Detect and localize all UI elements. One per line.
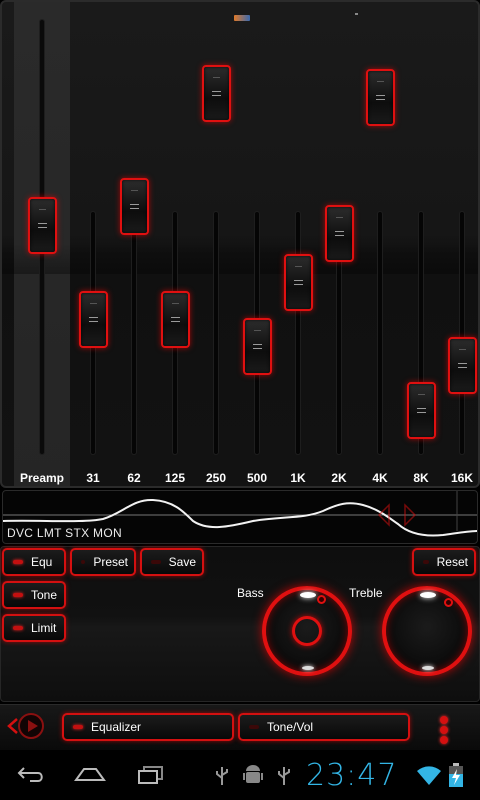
thumb-grip bbox=[336, 216, 343, 233]
knob-highlight bbox=[300, 592, 316, 598]
spectrum-visualizer: DVC LMT STX MON bbox=[2, 490, 478, 544]
wifi-icon bbox=[417, 766, 441, 785]
slider-thumb-preamp[interactable] bbox=[28, 197, 57, 255]
slider-thumb-250[interactable] bbox=[202, 65, 231, 123]
knob-highlight bbox=[302, 666, 314, 670]
slider-thumb-16k[interactable] bbox=[448, 336, 477, 394]
menu-dot bbox=[440, 726, 448, 734]
knob-highlight bbox=[420, 592, 436, 598]
thumb-grip bbox=[213, 77, 220, 93]
thumb-grip bbox=[459, 348, 466, 365]
slider-thumb-62[interactable] bbox=[120, 178, 149, 236]
band-label: 16K bbox=[450, 471, 473, 485]
led-indicator bbox=[73, 725, 83, 729]
band-label: Preamp bbox=[19, 471, 65, 485]
knob-highlight bbox=[422, 666, 434, 670]
preset-button[interactable]: Preset bbox=[70, 548, 136, 576]
led-indicator bbox=[151, 560, 161, 564]
led-indicator bbox=[423, 560, 429, 564]
android-debug-icon bbox=[243, 765, 263, 783]
tone-label: Tone bbox=[31, 588, 58, 602]
usb-icon bbox=[216, 767, 228, 785]
top-indicator bbox=[234, 15, 250, 21]
slider-track[interactable] bbox=[378, 212, 382, 454]
led-indicator bbox=[249, 725, 259, 729]
slider-track[interactable] bbox=[214, 212, 218, 454]
slider-thumb-4k[interactable] bbox=[366, 69, 395, 126]
treble-label: Treble bbox=[349, 586, 383, 600]
slider-track[interactable] bbox=[460, 212, 464, 454]
slider-track[interactable] bbox=[132, 212, 136, 454]
knob-pointer bbox=[444, 598, 453, 607]
save-label: Save bbox=[168, 555, 196, 569]
thumb-grip bbox=[295, 265, 302, 282]
back-icon[interactable] bbox=[16, 764, 46, 784]
reset-label: Reset bbox=[436, 555, 468, 569]
reset-button[interactable]: Reset bbox=[412, 548, 476, 576]
top-dot bbox=[355, 13, 358, 15]
tone-toggle-button[interactable]: Tone bbox=[2, 581, 66, 609]
thumb-grip bbox=[377, 81, 384, 97]
thumb-grip bbox=[131, 190, 138, 206]
menu-dot bbox=[440, 736, 448, 744]
slider-thumb-125[interactable] bbox=[161, 291, 190, 349]
knob-pointer bbox=[317, 595, 326, 604]
led-indicator bbox=[81, 560, 86, 564]
zero-line bbox=[2, 244, 478, 274]
bass-label: Bass bbox=[237, 586, 264, 600]
battery-charging-icon bbox=[449, 763, 463, 787]
tone-vol-tab-button[interactable]: Tone/Vol bbox=[238, 713, 410, 741]
led-indicator bbox=[13, 560, 23, 564]
slider-thumb-500[interactable] bbox=[243, 317, 272, 375]
slider-thumb-1k[interactable] bbox=[284, 253, 313, 311]
thumb-grip bbox=[90, 303, 97, 319]
save-button[interactable]: Save bbox=[140, 548, 204, 576]
thumb-grip bbox=[172, 303, 179, 319]
equ-toggle-button[interactable]: Equ bbox=[2, 548, 66, 576]
thumb-grip bbox=[39, 209, 46, 225]
equ-label: Equ bbox=[31, 555, 53, 569]
slider-thumb-31[interactable] bbox=[79, 291, 108, 349]
limit-label: Limit bbox=[31, 621, 57, 635]
bass-knob[interactable] bbox=[262, 586, 352, 676]
limit-toggle-button[interactable]: Limit bbox=[2, 614, 66, 642]
home-icon[interactable] bbox=[74, 766, 106, 782]
knob-center-ring bbox=[292, 616, 322, 646]
effects-status: DVC LMT STX MON bbox=[7, 526, 122, 540]
preset-label: Preset bbox=[93, 555, 128, 569]
equalizer-tab-button[interactable]: Equalizer bbox=[62, 713, 234, 741]
treble-knob[interactable] bbox=[382, 586, 472, 676]
slider-track[interactable] bbox=[296, 212, 300, 454]
slider-thumb-2k[interactable] bbox=[325, 204, 354, 262]
system-navbar bbox=[0, 750, 480, 800]
overflow-menu-icon[interactable] bbox=[440, 716, 450, 746]
led-indicator bbox=[13, 593, 23, 597]
usb-icon bbox=[278, 767, 290, 785]
thumb-grip bbox=[418, 393, 425, 410]
equalizer-tab-label: Equalizer bbox=[91, 720, 142, 734]
play-circle-icon[interactable] bbox=[18, 713, 44, 739]
recent-apps-icon[interactable] bbox=[136, 764, 166, 784]
thumb-grip bbox=[254, 329, 261, 346]
led-indicator bbox=[13, 626, 23, 630]
status-clock: 23:47 bbox=[306, 758, 398, 793]
slider-thumb-8k[interactable] bbox=[407, 381, 436, 439]
menu-dot bbox=[440, 716, 448, 724]
equalizer-panel: Preamp 31 62 125 250 500 1K 2K 4K 8K 16K bbox=[0, 0, 480, 488]
tone-vol-tab-label: Tone/Vol bbox=[267, 720, 314, 734]
